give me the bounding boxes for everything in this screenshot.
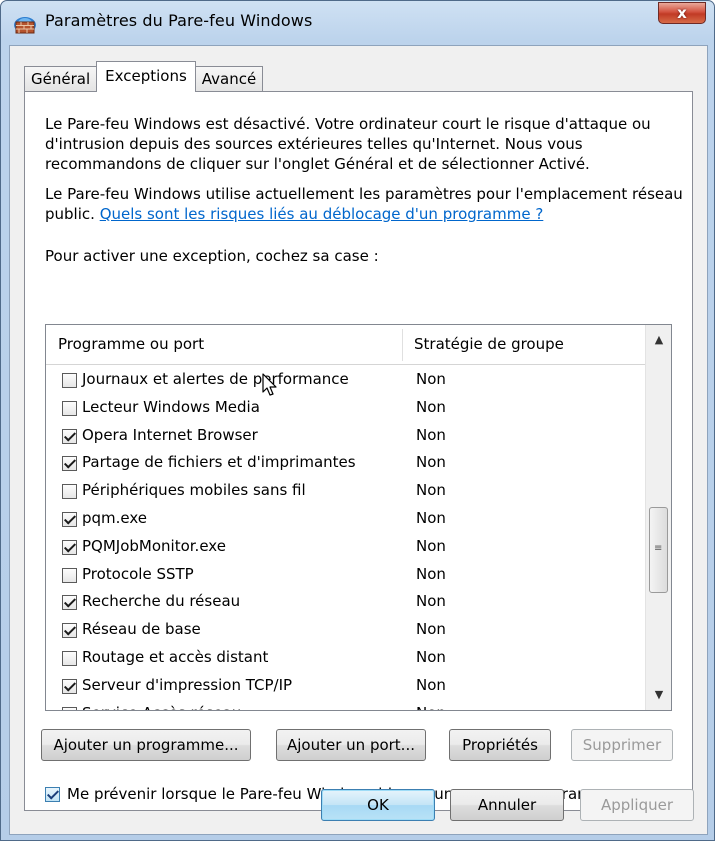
- exception-checkbox[interactable]: [62, 400, 77, 416]
- list-item[interactable]: Journaux et alertes de performance Non: [46, 367, 646, 395]
- group-policy-value: Non: [416, 397, 446, 416]
- column-separator[interactable]: [402, 329, 403, 361]
- exception-label[interactable]: Partage de fichiers et d'imprimantes: [82, 453, 356, 471]
- list-scrollbar[interactable]: ▲ ≡ ▼: [645, 325, 671, 710]
- grip-icon: ≡: [654, 543, 663, 554]
- list-item[interactable]: pqm.exe Non: [46, 506, 646, 534]
- group-policy-value: Non: [416, 564, 446, 583]
- scroll-down-arrow-icon[interactable]: ▼: [646, 680, 671, 710]
- exception-checkbox[interactable]: [62, 428, 77, 444]
- exception-checkbox[interactable]: [62, 484, 77, 500]
- exception-label[interactable]: pqm.exe: [82, 509, 147, 527]
- tab-exceptions[interactable]: Exceptions: [96, 61, 196, 92]
- list-item[interactable]: Périphériques mobiles sans fil Non: [46, 478, 646, 506]
- group-policy-value: Non: [416, 509, 446, 527]
- close-button[interactable]: x: [658, 2, 706, 24]
- location-info: Le Pare-feu Windows utilise actuellement…: [45, 184, 685, 224]
- exception-checkbox[interactable]: [62, 678, 77, 694]
- tab-strip: Général Exceptions Avancé: [24, 60, 264, 92]
- group-policy-value: Non: [416, 620, 446, 639]
- mouse-cursor-icon: [262, 373, 277, 396]
- exception-checkbox[interactable]: [62, 373, 77, 388]
- exception-checkbox[interactable]: [62, 456, 77, 472]
- add-port-button[interactable]: Ajouter un port...: [276, 729, 426, 761]
- list-item[interactable]: Lecteur Windows Media Non: [46, 395, 646, 423]
- exception-checkbox[interactable]: [62, 567, 77, 583]
- group-policy-value: Non: [416, 648, 446, 666]
- list-item[interactable]: Opera Internet Browser Non: [46, 423, 646, 451]
- exception-label[interactable]: Réseau de base: [82, 620, 201, 638]
- exception-label[interactable]: Journaux et alertes de performance: [82, 370, 349, 388]
- exception-label[interactable]: Périphériques mobiles sans fil: [82, 481, 306, 499]
- exception-label[interactable]: Opera Internet Browser: [82, 426, 258, 444]
- properties-button[interactable]: Propriétés: [449, 729, 551, 761]
- exception-checkbox[interactable]: [62, 651, 77, 666]
- exception-checkbox[interactable]: [62, 623, 77, 639]
- list-header: Programme ou port Stratégie de groupe: [46, 325, 646, 365]
- group-policy-value: Non: [416, 704, 446, 710]
- tab-advanced[interactable]: Avancé: [194, 66, 264, 92]
- cancel-button[interactable]: Annuler: [450, 789, 564, 821]
- list-item[interactable]: Routage et accès distant Non: [46, 645, 646, 673]
- exception-checkbox[interactable]: [62, 512, 77, 527]
- firewall-disabled-warning: Le Pare-feu Windows est désactivé. Votre…: [45, 115, 651, 173]
- exception-checkbox[interactable]: [62, 539, 77, 555]
- exception-label[interactable]: PQMJobMonitor.exe: [82, 537, 226, 555]
- exception-label[interactable]: Lecteur Windows Media: [82, 398, 260, 416]
- exceptions-list[interactable]: Programme ou port Stratégie de groupe Jo…: [45, 324, 672, 711]
- exception-label[interactable]: Service Accès réseau: [82, 704, 241, 710]
- column-header-program[interactable]: Programme ou port: [58, 335, 204, 353]
- column-header-group-policy[interactable]: Stratégie de groupe: [414, 335, 564, 353]
- list-item[interactable]: PQMJobMonitor.exe Non: [46, 534, 646, 562]
- risk-help-link[interactable]: Quels sont les risques liés au déblocage…: [100, 205, 544, 223]
- scroll-up-arrow-icon[interactable]: ▲: [646, 325, 671, 355]
- exception-label[interactable]: Recherche du réseau: [82, 592, 240, 610]
- window-title: Paramètres du Pare-feu Windows: [45, 11, 313, 30]
- delete-button[interactable]: Supprimer: [571, 729, 673, 761]
- tab-general[interactable]: Général: [24, 66, 98, 92]
- exception-label[interactable]: Protocole SSTP: [82, 565, 194, 583]
- group-policy-value: Non: [416, 453, 446, 472]
- exception-label[interactable]: Serveur d'impression TCP/IP: [82, 676, 292, 694]
- exception-checkbox[interactable]: [62, 706, 77, 710]
- firewall-settings-window: Paramètres du Pare-feu Windows x Général…: [0, 0, 715, 841]
- ok-button[interactable]: OK: [321, 789, 435, 821]
- firewall-icon: [14, 17, 36, 34]
- group-policy-value: Non: [416, 675, 446, 694]
- exceptions-rows: Journaux et alertes de performance Non Lec…: [46, 365, 646, 710]
- title-bar[interactable]: Paramètres du Pare-feu Windows x: [1, 1, 714, 45]
- list-item[interactable]: Serveur d'impression TCP/IP Non: [46, 673, 646, 701]
- group-policy-value: Non: [416, 592, 446, 611]
- exception-instruction: Pour activer une exception, cochez sa ca…: [45, 247, 379, 265]
- group-policy-value: Non: [416, 370, 446, 388]
- list-item[interactable]: Réseau de base Non: [46, 617, 646, 645]
- apply-button[interactable]: Appliquer: [580, 789, 694, 821]
- list-item[interactable]: Service Accès réseau Non: [46, 701, 646, 710]
- group-policy-value: Non: [416, 536, 446, 555]
- scroll-thumb[interactable]: ≡: [649, 507, 668, 593]
- notify-checkbox[interactable]: [45, 787, 60, 802]
- exceptions-panel: Le Pare-feu Windows est désactivé. Votre…: [24, 91, 693, 811]
- list-item[interactable]: Recherche du réseau Non: [46, 589, 646, 617]
- exception-label[interactable]: Routage et accès distant: [82, 648, 268, 666]
- add-program-button[interactable]: Ajouter un programme...: [41, 729, 251, 761]
- list-item[interactable]: Protocole SSTP Non: [46, 562, 646, 590]
- group-policy-value: Non: [416, 425, 446, 444]
- dialog-client-area: Général Exceptions Avancé Le Pare-feu Wi…: [9, 45, 708, 835]
- list-item[interactable]: Partage de fichiers et d'imprimantes Non: [46, 450, 646, 478]
- exception-checkbox[interactable]: [62, 595, 77, 611]
- group-policy-value: Non: [416, 481, 446, 500]
